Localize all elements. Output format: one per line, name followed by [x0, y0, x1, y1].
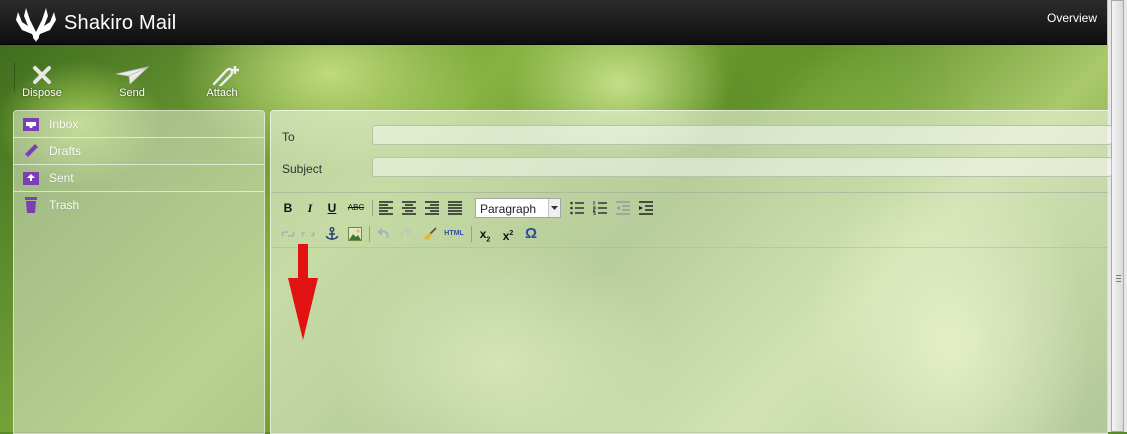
sidebar-item-label: Sent [49, 171, 74, 185]
redo-icon [400, 228, 412, 239]
format-select-value: Paragraph [480, 202, 537, 216]
scrollbar-thumb[interactable] [1111, 0, 1124, 432]
sidebar-item-sent[interactable]: Sent [14, 165, 264, 192]
sidebar-item-inbox[interactable]: Inbox [14, 111, 264, 138]
html-source-button[interactable]: HTML [442, 224, 466, 244]
page-scrollbar[interactable] [1107, 0, 1127, 432]
numbered-list-button[interactable] [590, 198, 610, 218]
italic-button[interactable]: I [300, 198, 320, 218]
dispose-label: Dispose [22, 87, 62, 99]
numbered-list-icon [593, 201, 607, 215]
compose-panel: To Subject B I U ABC Paragraph HTML x2 x… [270, 110, 1112, 434]
attach-label: Attach [206, 87, 238, 99]
anchor-icon [325, 227, 339, 240]
redo-button[interactable] [396, 224, 416, 244]
unlink-button[interactable] [298, 224, 318, 244]
bullet-list-button[interactable] [567, 198, 587, 218]
align-right-button[interactable] [422, 198, 442, 218]
indent-button[interactable] [636, 198, 656, 218]
outdent-icon [616, 201, 630, 215]
special-character-button[interactable]: Ω [521, 224, 541, 244]
outdent-button[interactable] [613, 198, 633, 218]
strikethrough-button[interactable]: ABC [344, 198, 368, 218]
to-field[interactable] [372, 125, 1112, 145]
indent-icon [639, 201, 653, 215]
x-icon [33, 66, 51, 84]
message-body-editor[interactable] [271, 248, 1108, 433]
cleanup-button[interactable] [420, 224, 440, 244]
format-select[interactable]: Paragraph [475, 198, 561, 218]
folder-sidebar: Inbox Drafts Sent Trash [13, 110, 265, 434]
app-header: Shakiro Mail Overview [0, 0, 1107, 45]
align-center-icon [402, 201, 416, 215]
send-button[interactable]: Send [102, 64, 162, 99]
subject-field[interactable] [372, 157, 1112, 177]
overview-link[interactable]: Overview [1047, 11, 1097, 25]
subject-label: Subject [282, 162, 323, 176]
header-divider [271, 192, 1108, 193]
sidebar-item-trash[interactable]: Trash [14, 192, 264, 218]
sidebar-item-drafts[interactable]: Drafts [14, 138, 264, 165]
anchor-button[interactable] [322, 224, 342, 244]
subscript-button[interactable]: x2 [475, 224, 495, 244]
dispose-button[interactable]: Dispose [12, 64, 72, 99]
bold-button[interactable]: B [278, 198, 298, 218]
sent-tray-icon [23, 172, 39, 185]
attach-button[interactable]: Attach [192, 64, 252, 99]
sidebar-item-label: Trash [49, 198, 80, 212]
justify-icon [448, 201, 462, 215]
paper-plane-icon [115, 66, 150, 85]
send-label: Send [119, 87, 145, 99]
app-title: Shakiro Mail [64, 12, 177, 34]
superscript-button[interactable]: x2 [498, 224, 518, 244]
unlink-icon [301, 231, 315, 237]
link-button[interactable] [278, 224, 298, 244]
trash-icon [25, 197, 37, 213]
toolbar-separator [369, 226, 370, 242]
to-label: To [282, 130, 295, 144]
antlers-logo-icon [16, 8, 56, 42]
scrollbar-grip-icon [1116, 275, 1121, 284]
toolbar-separator [372, 200, 373, 216]
undo-icon [377, 228, 389, 239]
underline-button[interactable]: U [322, 198, 342, 218]
align-left-button[interactable] [376, 198, 396, 218]
insert-image-button[interactable] [345, 224, 365, 244]
align-center-button[interactable] [399, 198, 419, 218]
chevron-down-icon [548, 199, 560, 217]
pencil-icon [24, 144, 38, 158]
undo-button[interactable] [373, 224, 393, 244]
inbox-tray-icon [23, 118, 39, 131]
justify-button[interactable] [445, 198, 465, 218]
sidebar-item-label: Inbox [49, 117, 79, 131]
toolbar-separator [471, 226, 472, 242]
sidebar-item-label: Drafts [49, 144, 82, 158]
align-right-icon [425, 201, 439, 215]
align-left-icon [379, 201, 393, 215]
red-arrow-annotation [288, 244, 318, 340]
broom-icon [424, 227, 437, 240]
bullet-list-icon [570, 201, 584, 215]
image-icon [348, 227, 362, 241]
link-icon [281, 231, 295, 237]
paperclip-plus-icon [212, 66, 239, 86]
